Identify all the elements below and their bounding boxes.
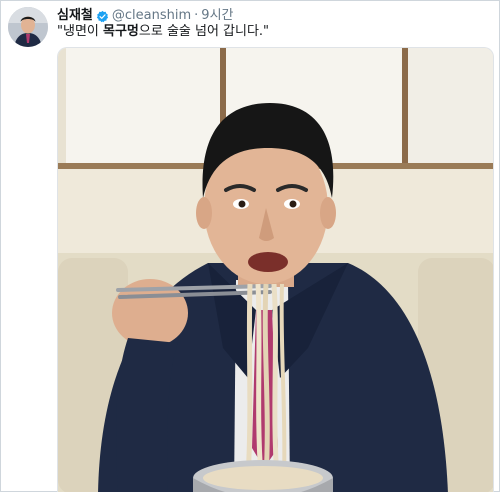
- tweet-text-bold: 목구멍: [103, 24, 139, 39]
- author-avatar[interactable]: [8, 7, 48, 47]
- tweet-card: 심재철 @cleanshim · 9시간 "냉면이 목구멍으로 술술 넘어 갑니…: [0, 0, 500, 492]
- tweet-text-open: "냉면이: [57, 24, 103, 39]
- tweet-photo[interactable]: [57, 47, 494, 492]
- tweet-text-close: 으로 술술 넘어 갑니다.": [138, 24, 270, 39]
- avatar-image: [8, 7, 48, 47]
- noodle-eating-photo: [58, 48, 493, 492]
- tweet-body: "냉면이 목구멍으로 술술 넘어 갑니다.": [57, 23, 489, 41]
- verified-badge-icon: [96, 10, 108, 22]
